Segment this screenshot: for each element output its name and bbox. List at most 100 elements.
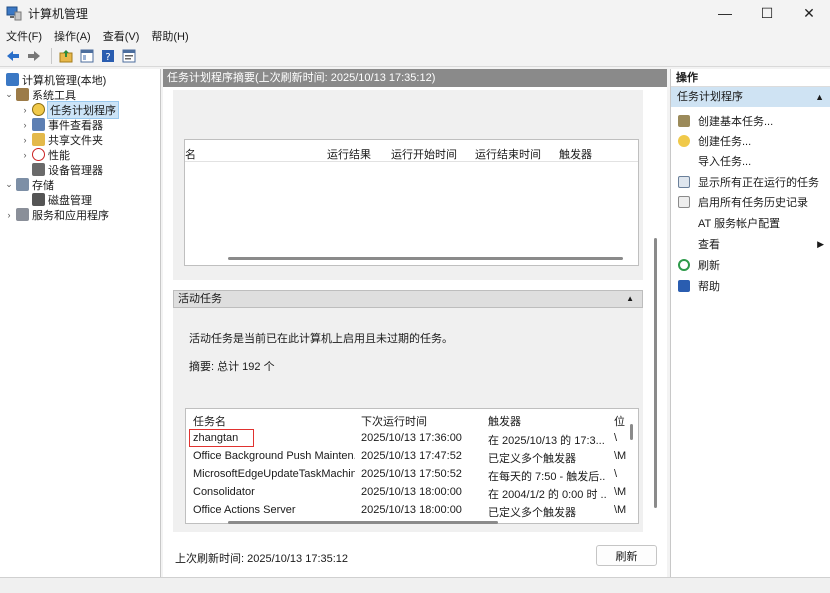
help-icon bbox=[678, 280, 690, 292]
chevron-right-icon[interactable]: › bbox=[20, 120, 30, 130]
active-tasks-summary: 摘要: 总计 192 个 bbox=[189, 361, 275, 373]
collapse-caret-icon[interactable]: ▲ bbox=[815, 87, 824, 107]
maximize-button[interactable]: ☐ bbox=[746, 0, 788, 26]
menu-view[interactable]: 查看(V) bbox=[103, 28, 140, 44]
toolbar: ? bbox=[0, 45, 830, 67]
menu-action[interactable]: 操作(A) bbox=[54, 28, 91, 44]
tree-item-performance[interactable]: › 性能 bbox=[20, 147, 70, 162]
tree-item-storage[interactable]: ⌄ 存储 bbox=[4, 177, 54, 192]
collapse-caret-icon[interactable]: ▲ bbox=[626, 291, 634, 307]
tree-item-device-manager[interactable]: 设备管理器 bbox=[30, 162, 103, 177]
location-cell: \ bbox=[614, 468, 618, 480]
column-header-trigger[interactable]: 触发器 bbox=[559, 146, 592, 162]
trigger-cell: 在每天的 7:50 - 触发后... bbox=[488, 471, 606, 483]
chevron-right-icon[interactable]: › bbox=[20, 150, 30, 160]
task-status-grid: 名 运行结果 运行开始时间 运行结束时间 触发器 bbox=[184, 139, 639, 266]
tree-item-label: 共享文件夹 bbox=[48, 134, 103, 147]
column-header-next-run[interactable]: 下次运行时间 bbox=[361, 413, 427, 429]
tree-item-services-apps[interactable]: › 服务和应用程序 bbox=[4, 207, 109, 222]
tree-item-label: 服务和应用程序 bbox=[32, 209, 109, 222]
action-import-task[interactable]: 导入任务... bbox=[671, 151, 830, 171]
tree-item-disk-management[interactable]: 磁盘管理 bbox=[30, 192, 92, 207]
properties-icon[interactable] bbox=[120, 47, 138, 65]
action-help[interactable]: 帮助 bbox=[671, 276, 830, 296]
action-label: AT 服务帐户配置 bbox=[698, 218, 781, 230]
up-folder-icon[interactable] bbox=[57, 47, 75, 65]
chevron-down-icon[interactable]: ⌄ bbox=[4, 179, 14, 190]
chevron-right-icon[interactable]: › bbox=[20, 105, 30, 115]
svg-text:?: ? bbox=[105, 52, 110, 63]
tree-item-label: 事件查看器 bbox=[48, 119, 103, 132]
action-create-basic-task[interactable]: 创建基本任务... bbox=[671, 111, 830, 131]
trigger-cell: 在 2004/1/2 的 0:00 时 ... bbox=[488, 489, 606, 501]
chevron-right-icon[interactable]: › bbox=[4, 210, 14, 220]
menu-file[interactable]: 文件(F) bbox=[6, 28, 42, 44]
create-task-icon bbox=[678, 135, 690, 147]
services-icon bbox=[16, 208, 29, 221]
vertical-scrollbar[interactable] bbox=[654, 238, 657, 508]
back-arrow-icon[interactable] bbox=[4, 47, 22, 65]
action-at-service-account[interactable]: AT 服务帐户配置 bbox=[671, 213, 830, 233]
actions-section-label: 任务计划程序 bbox=[677, 91, 743, 103]
column-header-trigger[interactable]: 触发器 bbox=[488, 413, 521, 429]
refresh-button[interactable]: 刷新 bbox=[596, 545, 657, 566]
minimize-button[interactable]: — bbox=[704, 0, 746, 26]
submenu-arrow-icon: ▶ bbox=[817, 238, 824, 249]
menu-bar: 文件(F) 操作(A) 查看(V) 帮助(H) bbox=[0, 26, 830, 45]
selection-highlight bbox=[189, 429, 254, 447]
task-name-cell: Office Background Push Mainten... bbox=[193, 450, 355, 462]
tree-item-system-tools[interactable]: ⌄ 系统工具 bbox=[4, 87, 76, 102]
table-vertical-scrollbar[interactable] bbox=[630, 424, 633, 440]
action-enable-history[interactable]: 启用所有任务历史记录 bbox=[671, 192, 830, 212]
active-tasks-header[interactable]: 活动任务 ▲ bbox=[173, 290, 643, 308]
location-cell: \M bbox=[614, 504, 626, 516]
shared-folder-icon bbox=[32, 133, 45, 146]
column-header-start-time[interactable]: 运行开始时间 bbox=[391, 146, 457, 162]
menu-help[interactable]: 帮助(H) bbox=[151, 28, 188, 44]
toolbar-separator bbox=[51, 47, 52, 64]
tree-item-label: 任务计划程序 bbox=[47, 100, 119, 119]
trigger-cell: 已定义多个触发器 bbox=[488, 507, 576, 519]
horizontal-scrollbar[interactable] bbox=[228, 257, 623, 260]
help-icon[interactable]: ? bbox=[99, 47, 117, 65]
column-header-task-name[interactable]: 任务名 bbox=[193, 413, 226, 429]
chevron-down-icon[interactable]: ⌄ bbox=[4, 89, 14, 100]
actions-section-header[interactable]: 任务计划程序 ▲ bbox=[671, 87, 830, 107]
tree-item-label: 磁盘管理 bbox=[48, 194, 92, 207]
actions-pane: 操作 任务计划程序 ▲ 创建基本任务... 创建任务... 导入任务... 显示… bbox=[670, 69, 830, 577]
last-refresh-time: 上次刷新时间: 2025/10/13 17:35:12 bbox=[175, 553, 349, 565]
trigger-cell: 在 2025/10/13 的 17:3... bbox=[488, 435, 605, 447]
table-horizontal-scrollbar[interactable] bbox=[228, 521, 498, 524]
event-viewer-icon bbox=[32, 118, 45, 131]
column-header-end-time[interactable]: 运行结束时间 bbox=[475, 146, 541, 162]
action-label: 帮助 bbox=[698, 281, 720, 293]
action-label: 创建任务... bbox=[698, 136, 752, 148]
action-label: 启用所有任务历史记录 bbox=[698, 197, 808, 209]
clock-icon bbox=[32, 103, 45, 116]
tree-item-shared-folders[interactable]: › 共享文件夹 bbox=[20, 132, 103, 147]
close-button[interactable]: ✕ bbox=[788, 0, 830, 26]
action-label: 刷新 bbox=[698, 260, 720, 272]
storage-icon bbox=[16, 178, 29, 191]
console-tree-icon[interactable] bbox=[78, 47, 96, 65]
title-bar: 计算机管理 — ☐ ✕ bbox=[0, 0, 830, 26]
chevron-right-icon[interactable]: › bbox=[20, 135, 30, 145]
next-run-cell: 2025/10/13 17:50:52 bbox=[361, 468, 462, 480]
action-create-task[interactable]: 创建任务... bbox=[671, 131, 830, 151]
task-name-cell: Office Actions Server bbox=[193, 504, 296, 516]
tree-item-event-viewer[interactable]: › 事件查看器 bbox=[20, 117, 103, 132]
refresh-icon bbox=[678, 259, 690, 271]
tree-item-root[interactable]: 计算机管理(本地) bbox=[4, 72, 106, 87]
tree-item-task-scheduler[interactable]: › 任务计划程序 bbox=[20, 100, 119, 119]
column-header-result[interactable]: 运行结果 bbox=[327, 146, 371, 162]
column-header-location[interactable]: 位 bbox=[614, 413, 625, 429]
disk-icon bbox=[32, 193, 45, 206]
column-header-name[interactable]: 名 bbox=[185, 146, 196, 162]
action-refresh[interactable]: 刷新 bbox=[671, 255, 830, 275]
action-view[interactable]: 查看 ▶ bbox=[671, 234, 830, 254]
action-show-running-tasks[interactable]: 显示所有正在运行的任务 bbox=[671, 172, 830, 192]
location-cell: \M bbox=[614, 450, 626, 462]
forward-arrow-icon[interactable] bbox=[25, 47, 43, 65]
action-label: 显示所有正在运行的任务 bbox=[698, 177, 819, 189]
next-run-cell: 2025/10/13 18:00:00 bbox=[361, 486, 462, 498]
